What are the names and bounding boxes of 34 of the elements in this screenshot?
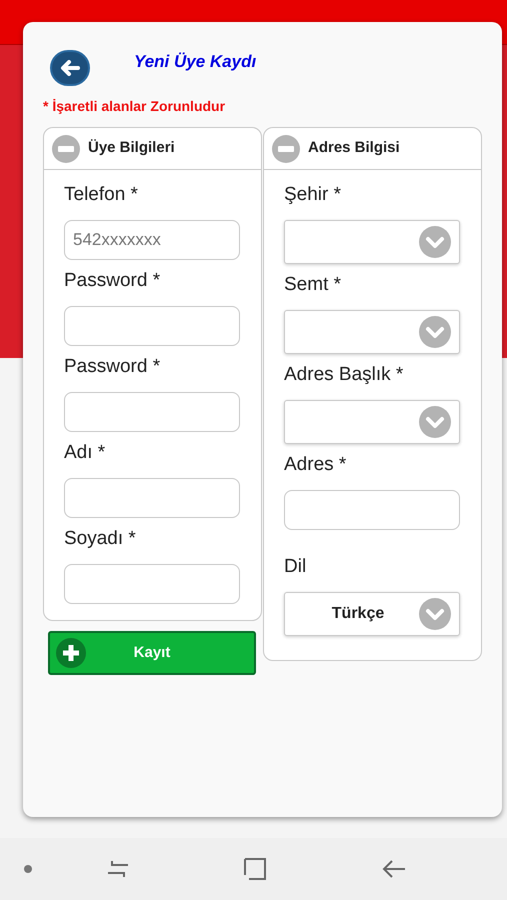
select-field[interactable] bbox=[284, 310, 460, 354]
field-label: Password * bbox=[64, 355, 162, 379]
select-field[interactable] bbox=[284, 400, 460, 444]
collapse-icon[interactable] bbox=[272, 134, 300, 162]
field-label: Şehir * bbox=[284, 183, 342, 207]
field-label: Telefon * bbox=[64, 183, 139, 207]
chevron-down-icon bbox=[419, 316, 451, 348]
chevron-down-icon bbox=[419, 598, 451, 630]
input-field[interactable]: 542xxxxxxx bbox=[64, 220, 240, 260]
field-label: Adres Başlık * bbox=[284, 363, 404, 387]
plus-icon bbox=[56, 638, 86, 668]
input-field[interactable] bbox=[64, 392, 240, 432]
input-field[interactable] bbox=[64, 306, 240, 346]
chevron-down-icon bbox=[419, 406, 451, 438]
back-button[interactable] bbox=[50, 50, 90, 86]
input-field[interactable] bbox=[64, 478, 240, 518]
field-label: Adı * bbox=[64, 441, 106, 465]
select-field[interactable] bbox=[284, 220, 460, 264]
field-label: Semt * bbox=[284, 273, 342, 297]
home-icon[interactable] bbox=[243, 857, 268, 881]
required-note: * İşaretli alanlar Zorunludur bbox=[43, 97, 226, 116]
select-field[interactable]: Türkçe bbox=[284, 592, 460, 636]
arrow-left-icon bbox=[60, 60, 80, 76]
panel-title: Üye Bilgileri bbox=[88, 138, 175, 158]
collapse-icon[interactable] bbox=[52, 134, 80, 162]
dialog-title: Yeni Üye Kaydı bbox=[134, 51, 256, 74]
panel-title: Adres Bilgisi bbox=[308, 138, 400, 158]
input-field[interactable] bbox=[64, 564, 240, 604]
chevron-down-icon bbox=[419, 226, 451, 258]
field-label: Password * bbox=[64, 269, 162, 293]
field-label: Adres * bbox=[284, 453, 348, 477]
input-field[interactable] bbox=[284, 490, 460, 530]
field-label: Dil bbox=[284, 555, 308, 579]
field-label: Soyadı * bbox=[64, 527, 137, 551]
